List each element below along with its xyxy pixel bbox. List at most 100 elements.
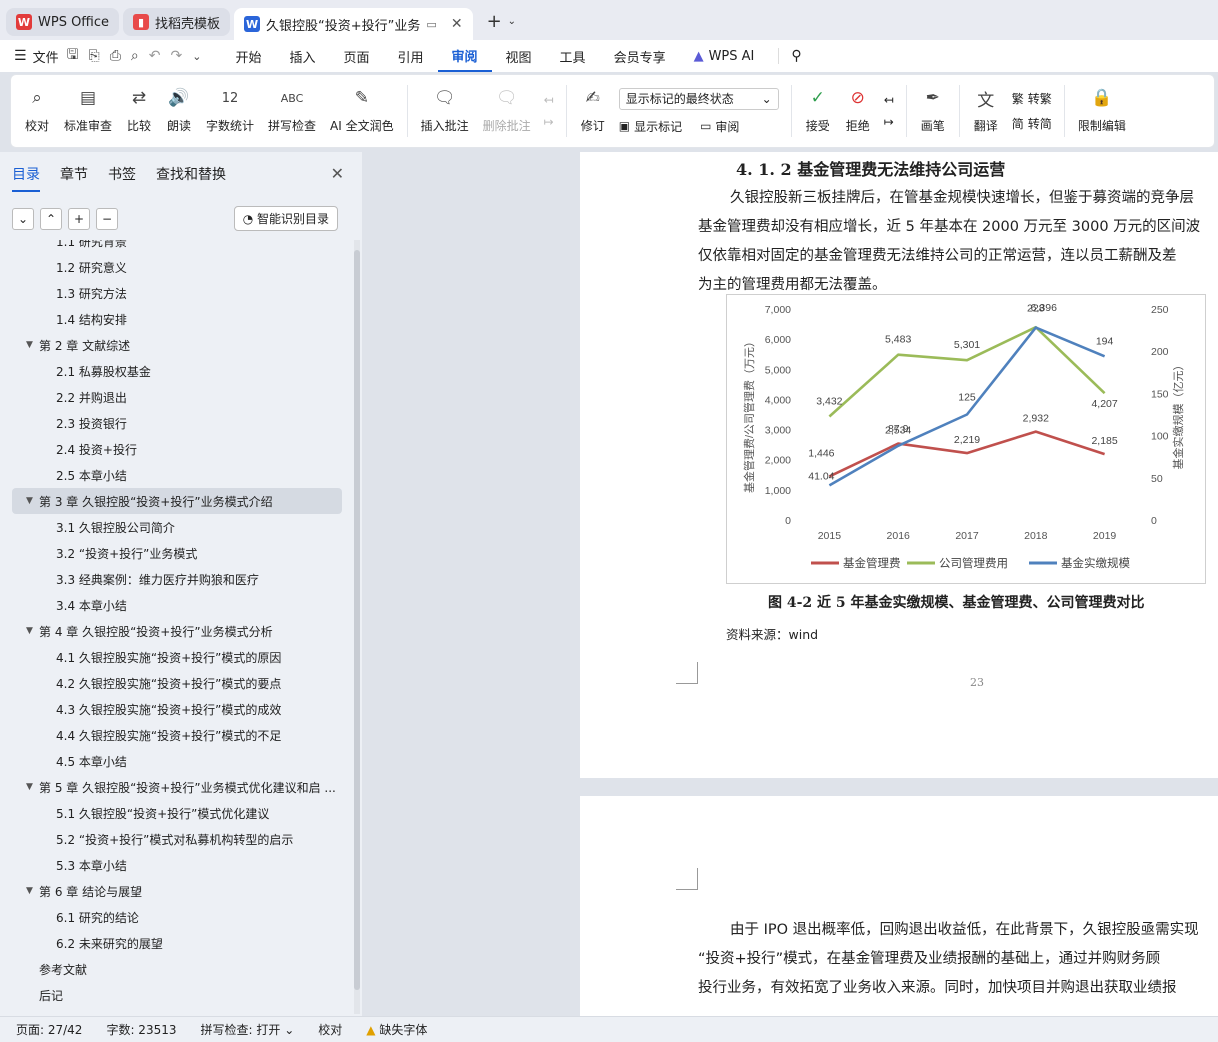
tab-docer[interactable]: ▮ 找稻壳模板 — [123, 8, 231, 36]
toc-item[interactable]: 2.5 本章小结 — [0, 462, 354, 488]
menu-member[interactable]: 会员专享 — [600, 40, 680, 72]
toc-item[interactable]: 后记 — [0, 982, 354, 1008]
ai-polish-button[interactable]: ✎ AI 全文润色 — [323, 79, 401, 143]
scrollbar[interactable] — [354, 240, 360, 1014]
tab-find-replace[interactable]: 查找和替换 — [156, 164, 226, 192]
accept-button[interactable]: ✓ 接受 — [798, 79, 838, 143]
toc-item[interactable]: 4.3 久银控股实施“投资+投行”模式的成效 — [0, 696, 354, 722]
toc-item[interactable]: 6.1 研究的结论 — [0, 904, 354, 930]
restrict-edit-button[interactable]: 🔒 限制编辑 — [1071, 79, 1133, 143]
to-simplified-button[interactable]: 简转简 — [1012, 115, 1052, 132]
toc-item[interactable]: 4.5 本章小结 — [0, 748, 354, 774]
toc-item[interactable]: 1.3 研究方法 — [0, 280, 354, 306]
collapse-arrow-icon[interactable]: ▼ — [26, 886, 39, 896]
review-pane-button[interactable]: ▭ 审阅 — [700, 118, 739, 135]
search-icon[interactable]: ⚲ — [778, 48, 802, 64]
export-icon[interactable]: ⎘ — [89, 48, 100, 64]
menu-start[interactable]: 开始 — [221, 40, 275, 72]
next-change-icon[interactable]: ↦ — [884, 115, 894, 129]
toc-item[interactable]: 5.2 “投资+投行”模式对私募机构转型的启示 — [0, 826, 354, 852]
collapse-arrow-icon[interactable]: ▼ — [26, 340, 39, 350]
toc-item[interactable]: 1.1 研究背景 — [0, 240, 354, 254]
smart-toc-button[interactable]: ◔ 智能识别目录 — [233, 206, 338, 231]
toc-item[interactable]: 5.3 本章小结 — [0, 852, 354, 878]
menu-tools[interactable]: 工具 — [546, 40, 600, 72]
chevron-down-icon[interactable]: ⌄ — [12, 207, 34, 230]
menu-reference[interactable]: 引用 — [384, 40, 438, 72]
toc-item[interactable]: 1.2 研究意义 — [0, 254, 354, 280]
reject-button[interactable]: ⊘ 拒绝 — [838, 79, 878, 143]
toc-chapter[interactable]: ▼ 第 3 章 久银控股“投资+投行”业务模式介绍 — [12, 488, 342, 514]
toc-item[interactable]: 1.4 结构安排 — [0, 306, 354, 332]
display-mode-select[interactable]: 显示标记的最终状态 ⌄ — [618, 87, 779, 110]
save-icon[interactable]: 🖫 — [67, 44, 79, 68]
previous-comment-icon[interactable]: ↤ — [544, 93, 554, 107]
word-count-button[interactable]: 12 字数统计 — [199, 79, 261, 143]
toc-chapter[interactable]: ▼ 第 4 章 久银控股“投资+投行”业务模式分析 — [0, 618, 354, 644]
revise-button[interactable]: ✍ 修订 — [573, 79, 613, 143]
read-aloud-button[interactable]: 🔊 朗读 — [159, 79, 199, 143]
redo-icon[interactable]: ↷ — [171, 48, 183, 64]
compare-button[interactable]: ⇄ 比较 — [119, 79, 159, 143]
page-indicator[interactable]: 页面: 27/42 — [16, 1021, 82, 1038]
print-icon[interactable]: ⎙ — [110, 48, 121, 64]
to-traditional-button[interactable]: 繁转繁 — [1012, 90, 1052, 107]
toc-item[interactable]: 6.2 未来研究的展望 — [0, 930, 354, 956]
pen-button[interactable]: ✒ 画笔 — [913, 79, 953, 143]
next-comment-icon[interactable]: ↦ — [544, 115, 554, 129]
toc-item[interactable]: 3.4 本章小结 — [0, 592, 354, 618]
menu-view[interactable]: 视图 — [492, 40, 546, 72]
show-markup-button[interactable]: ▣ 显示标记 — [619, 118, 682, 135]
collapse-arrow-icon[interactable]: ▼ — [26, 626, 39, 636]
toc-item[interactable]: 2.4 投资+投行 — [0, 436, 354, 462]
plus-icon[interactable]: + — [68, 207, 90, 230]
toc-item[interactable]: 3.1 久银控股公司简介 — [0, 514, 354, 540]
new-tab-button[interactable]: + ⌄ — [487, 11, 516, 32]
toc-item[interactable]: 4.1 久银控股实施“投资+投行”模式的原因 — [0, 644, 354, 670]
file-menu[interactable]: 文件 — [33, 47, 59, 66]
close-icon[interactable]: ✕ — [451, 16, 463, 32]
standard-review-button[interactable]: ▤ 标准审查 — [57, 79, 119, 143]
monitor-icon[interactable]: ▭ — [426, 18, 436, 31]
plus-icon[interactable]: + — [487, 11, 502, 32]
spell-check-status[interactable]: 拼写检查: 打开 ⌄ — [201, 1021, 295, 1038]
toc-item[interactable]: 2.2 并购退出 — [0, 384, 354, 410]
toc-item[interactable]: 参考文献 — [0, 956, 354, 982]
tab-sections[interactable]: 章节 — [60, 164, 88, 192]
toc-item[interactable]: 2.1 私募股权基金 — [0, 358, 354, 384]
toc-item[interactable]: 3.2 “投资+投行”业务模式 — [0, 540, 354, 566]
chevron-up-icon[interactable]: ⌃ — [40, 207, 62, 230]
menu-page[interactable]: 页面 — [329, 40, 383, 72]
chevron-down-icon[interactable]: ⌄ — [508, 16, 516, 27]
translate-button[interactable]: 文翻译 — [966, 79, 1006, 143]
chevron-down-icon[interactable]: ⌄ — [192, 50, 201, 63]
collapse-arrow-icon[interactable]: ▼ — [26, 496, 39, 506]
toc-chapter[interactable]: ▼ 第 5 章 久银控股“投资+投行”业务模式优化建议和启 ... — [0, 774, 354, 800]
chart-figure[interactable]: 0 1,000 2,000 3,000 4,000 5,000 6,000 7,000 0 50 1… — [726, 294, 1206, 584]
toc-item[interactable]: 4.4 久银控股实施“投资+投行”模式的不足 — [0, 722, 354, 748]
close-icon[interactable]: ✕ — [331, 164, 344, 192]
delete-comment-button[interactable]: 🗨 删除批注 — [476, 79, 538, 143]
toc-item[interactable]: 4.2 久银控股实施“投资+投行”模式的要点 — [0, 670, 354, 696]
tab-bookmarks[interactable]: 书签 — [108, 164, 136, 192]
scrollbar-thumb[interactable] — [354, 250, 360, 990]
menu-review[interactable]: 审阅 — [437, 40, 492, 72]
print-preview-icon[interactable]: ⌕ — [131, 48, 139, 64]
hamburger-icon[interactable]: ☰ — [14, 48, 27, 64]
toc-item[interactable]: 2.3 投资银行 — [0, 410, 354, 436]
insert-comment-button[interactable]: 🗨 插入批注 — [414, 79, 476, 143]
menu-insert[interactable]: 插入 — [275, 40, 329, 72]
tab-toc[interactable]: 目录 — [12, 164, 40, 192]
spell-check-button[interactable]: ABC 拼写检查 — [261, 79, 323, 143]
toc-item[interactable]: 3.3 经典案例：维力医疗并购狼和医疗 — [0, 566, 354, 592]
tab-document[interactable]: W 久银控股“投资+投行”业务 ▭ ✕ — [234, 8, 473, 40]
toc-chapter[interactable]: ▼ 第 6 章 结论与展望 — [0, 878, 354, 904]
tab-wps-office[interactable]: W WPS Office — [6, 8, 120, 36]
toc-chapter[interactable]: ▼ 第 2 章 文献综述 — [0, 332, 354, 358]
missing-font-status[interactable]: ▲ 缺失字体 — [366, 1021, 427, 1038]
undo-icon[interactable]: ↶ — [149, 48, 161, 64]
word-count-indicator[interactable]: 字数: 23513 — [106, 1021, 176, 1038]
proofread-button[interactable]: ⌕ 校对 — [17, 79, 57, 143]
toc-item[interactable]: 5.1 久银控股“投资+投行”模式优化建议 — [0, 800, 354, 826]
collapse-arrow-icon[interactable]: ▼ — [26, 782, 39, 792]
